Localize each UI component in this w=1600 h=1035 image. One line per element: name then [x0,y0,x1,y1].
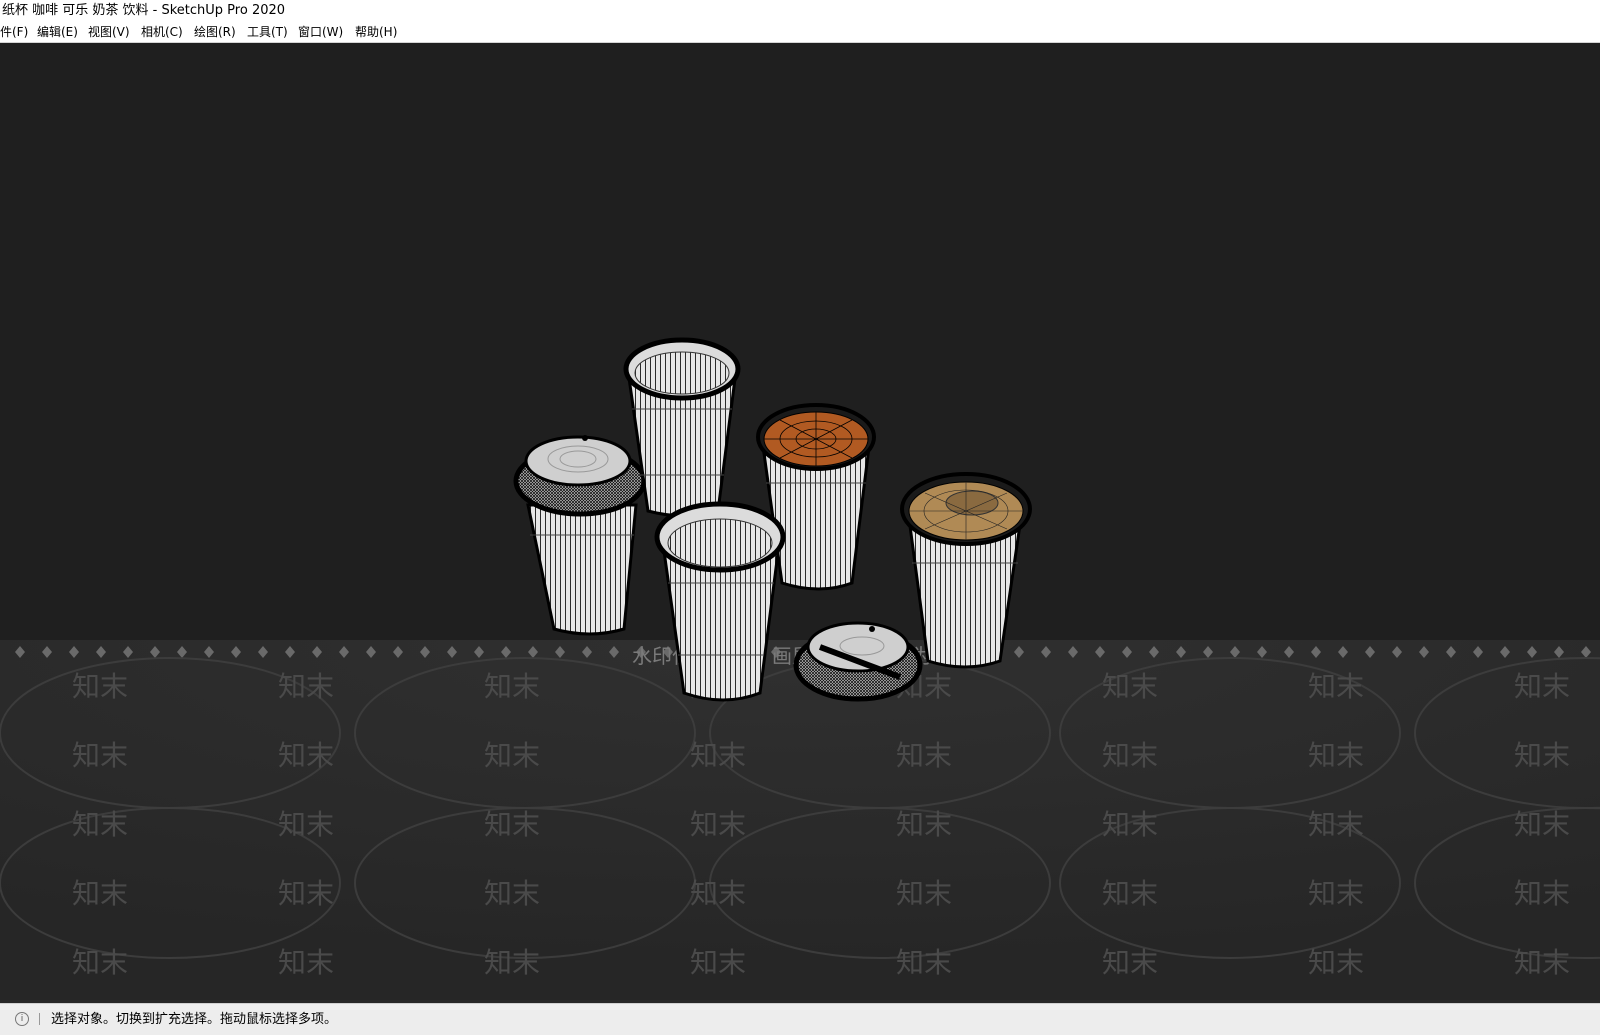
menu-view[interactable]: 视图(V) [88,22,130,42]
info-icon[interactable]: i [15,1012,29,1026]
watermark-brand-text: 知末 [278,670,334,703]
title-bar: 纸杯 咖啡 可乐 奶茶 饮料 - SketchUp Pro 2020 [0,0,1600,22]
watermark-brand-text: 知末 [1102,946,1158,979]
watermark-brand-text: 知末 [1308,670,1364,703]
watermark-brand-text: 知末 [1102,670,1158,703]
watermark-brand-text: 知末 [1102,877,1158,910]
menu-bar: 件(F) 编辑(E) 视图(V) 相机(C) 绘图(R) 工具(T) 窗口(W)… [0,22,1600,43]
watermark-brand-text: 知末 [690,946,746,979]
status-bar: i 选择对象。切换到扩充选择。拖动鼠标选择多项。 [0,1003,1600,1035]
cup-with-milk-tea[interactable] [900,472,1032,669]
menu-draw[interactable]: 绘图(R) [194,22,236,42]
watermark-brand-text: 知末 [278,808,334,841]
watermark-brand-text: 知末 [1514,877,1570,910]
watermark-brand-text: 知末 [896,808,952,841]
watermark-brand-text: 知末 [1514,739,1570,772]
watermark-brand-text: 知末 [72,670,128,703]
watermark-brand-text: 知末 [484,946,540,979]
watermark-brand-text: 知末 [1514,808,1570,841]
watermark-brand-text: 知末 [1308,946,1364,979]
watermark-brand-text: 知末 [278,877,334,910]
menu-help[interactable]: 帮助(H) [355,22,397,42]
viewport-canvas[interactable]: 知末 知末 知末 知末 知末 知末 知末知末 知末 知末 知末 知末 知末 知末 知末知末 知末 知末 知末 知末… [0,43,1600,1003]
watermark-brand-text: 知末 [1308,808,1364,841]
watermark-brand-text: 知末 [690,808,746,841]
watermark-brand-text: 知末 [1308,877,1364,910]
cup-with-lid[interactable] [513,435,647,636]
watermark-brand-text: 知末 [484,739,540,772]
status-divider [39,1013,40,1025]
watermark-overlay: 知末 知末 知末 知末 知末 知末 知末知末 知末 知末 知末 知末 知末 知末 知末知末 知末 知末 知末 知末… [0,640,1600,1003]
watermark-brand-text: 知末 [72,739,128,772]
watermark-brand-text: 知末 [690,877,746,910]
watermark-brand-text: 知末 [896,946,952,979]
menu-window[interactable]: 窗口(W) [298,22,343,42]
watermark-brand-text: 知末 [896,739,952,772]
watermark-brand-text: 知末 [690,739,746,772]
watermark-brand-text: 知末 [484,877,540,910]
model-viewport[interactable]: 知末 知末 知末 知末 知末 知末 知末 知末 知末 知末 知末 知末 知末 知末 知末 知末 知末 知末 知末 知末… [0,43,1600,1003]
window-title: 纸杯 咖啡 可乐 奶茶 饮料 - SketchUp Pro 2020 [2,3,286,18]
watermark-brand-text: 知末 [72,877,128,910]
watermark-brand-text: 知末 [1514,946,1570,979]
menu-edit[interactable]: 编辑(E) [37,22,78,42]
watermark-brand-text: 知末 [1514,670,1570,703]
menu-tools[interactable]: 工具(T) [247,22,288,42]
menu-file[interactable]: 件(F) [0,22,28,42]
watermark-brand-text: 知末 [484,670,540,703]
watermark-brand-text: 知末 [1308,739,1364,772]
watermark-brand-text: 知末 [278,946,334,979]
watermark-brand-text: 知末 [1102,808,1158,841]
status-hint: 选择对象。切换到扩充选择。拖动鼠标选择多项。 [51,1012,338,1027]
watermark-brand-text: 知末 [278,739,334,772]
loose-lid[interactable] [793,621,923,702]
watermark-brand-text: 知末 [484,808,540,841]
watermark-brand-text: 知末 [896,877,952,910]
watermark-brand-text: 知末 [72,946,128,979]
watermark-brand-text: 知末 [72,808,128,841]
watermark-brand-text: 知末 [1102,739,1158,772]
menu-camera[interactable]: 相机(C) [141,22,183,42]
